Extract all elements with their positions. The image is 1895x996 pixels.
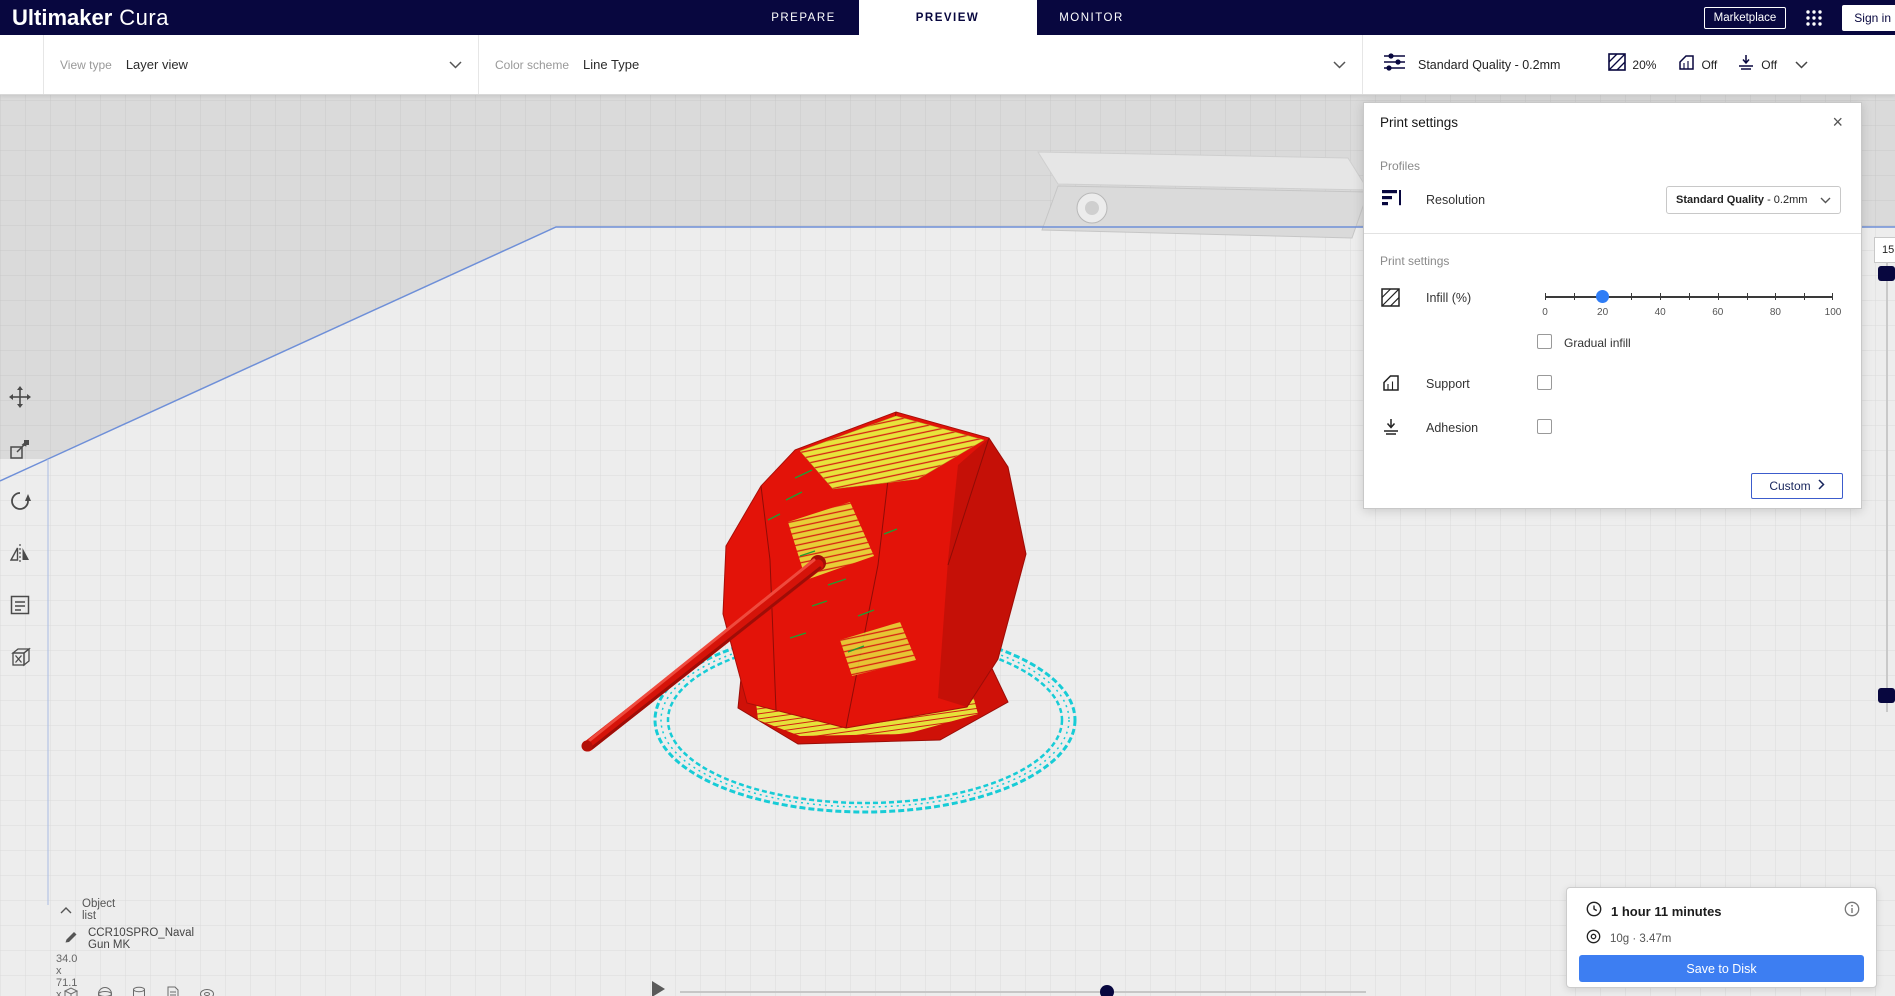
support-blocker-icon[interactable]: [6, 643, 34, 671]
view-type-dropdown[interactable]: View type Layer view: [43, 35, 479, 94]
color-scheme-label: Color scheme: [495, 57, 570, 72]
scale-tool-icon[interactable]: [6, 435, 34, 463]
filament-spool-icon: [1586, 929, 1601, 949]
shape-sphere-icon[interactable]: [96, 985, 114, 996]
app-logo: Ultimaker Cura: [12, 5, 169, 31]
resolution-dropdown[interactable]: Standard Quality - 0.2mm: [1666, 186, 1841, 214]
tick-label-40: 40: [1654, 307, 1666, 318]
infill-icon: [1608, 53, 1627, 76]
panel-divider: [1364, 233, 1861, 234]
chevron-down-icon: [1820, 191, 1831, 209]
tab-preview[interactable]: PREVIEW: [858, 0, 1037, 35]
tick-label-0: 0: [1542, 307, 1548, 318]
time-estimate: 1 hour 11 minutes: [1611, 904, 1722, 919]
tab-prepare[interactable]: PREPARE: [749, 0, 859, 35]
infill-label: Infill (%): [1426, 291, 1472, 305]
support-icon: [1382, 374, 1400, 397]
infill-summary-value: 20%: [1632, 57, 1657, 72]
resolution-label: Resolution: [1426, 193, 1486, 207]
per-model-settings-icon[interactable]: [6, 591, 34, 619]
print-settings-section-label: Print settings: [1380, 254, 1450, 268]
view-toolbar: View type Layer view Color scheme Line T…: [0, 35, 1895, 95]
clock-icon: [1586, 901, 1602, 922]
view-type-value: Layer view: [125, 57, 188, 72]
color-scheme-value: Line Type: [583, 57, 640, 72]
mirror-tool-icon[interactable]: [6, 539, 34, 567]
profile-summary-text: Standard Quality - 0.2mm: [1418, 57, 1561, 72]
marketplace-button[interactable]: Marketplace: [1703, 6, 1787, 29]
shape-torus-icon[interactable]: [198, 985, 216, 996]
pencil-icon: [64, 929, 78, 949]
layer-number-box[interactable]: 15: [1874, 237, 1895, 263]
resolution-value: Standard Quality - 0.2mm: [1676, 194, 1808, 206]
sign-in-button[interactable]: Sign in: [1842, 4, 1895, 31]
profiles-section-label: Profiles: [1380, 159, 1421, 173]
layer-slider-bottom-handle[interactable]: [1878, 688, 1895, 703]
print-settings-panel: Print settings × Profiles Resolution Sta…: [1363, 102, 1862, 509]
adhesion-icon: [1382, 418, 1400, 441]
infill-slider[interactable]: 0 20 40 60 80 100: [1542, 288, 1841, 320]
rotate-tool-icon[interactable]: [6, 487, 34, 515]
color-scheme-dropdown[interactable]: Color scheme Line Type: [479, 35, 1363, 94]
sliders-icon: [1383, 52, 1406, 77]
simulation-slider-track[interactable]: [680, 991, 1366, 993]
view-type-label: View type: [60, 57, 112, 72]
chevron-down-icon: [1333, 56, 1346, 74]
material-estimate-row: 10g · 3.47m: [1586, 929, 1671, 949]
material-estimate: 10g · 3.47m: [1610, 933, 1672, 945]
app-header: Ultimaker Cura PREPARE PREVIEW MONITOR M…: [0, 0, 1895, 35]
brand-cura: Cura: [119, 4, 169, 30]
shape-document-icon[interactable]: [164, 985, 182, 996]
simulation-slider-handle[interactable]: [1100, 985, 1114, 996]
object-list-item[interactable]: CCR10SPRO_Naval Gun MK: [64, 927, 194, 951]
gradual-infill-label: Gradual infill: [1564, 336, 1631, 350]
time-estimate-row: 1 hour 11 minutes: [1586, 901, 1722, 922]
support-label: Support: [1426, 377, 1470, 391]
object-list-title: Object list: [82, 898, 116, 922]
shape-cylinder-icon[interactable]: [130, 985, 148, 996]
layer-slider-track[interactable]: [1886, 262, 1888, 712]
layer-number-value: 15: [1882, 244, 1895, 256]
infill-slider-handle[interactable]: [1596, 290, 1610, 303]
save-to-disk-button[interactable]: Save to Disk: [1579, 955, 1864, 982]
print-settings-summary[interactable]: Standard Quality - 0.2mm 20% Off Off: [1363, 35, 1895, 94]
tick-label-80: 80: [1769, 307, 1781, 318]
chevron-down-icon: [1795, 56, 1808, 74]
infill-icon: [1381, 288, 1400, 312]
chevron-up-icon: [60, 901, 72, 919]
close-icon[interactable]: ×: [1828, 109, 1847, 135]
tool-sidebar: [6, 383, 42, 671]
tick-label-60: 60: [1712, 307, 1724, 318]
move-tool-icon[interactable]: [6, 383, 34, 411]
support-summary-value: Off: [1701, 57, 1718, 72]
support-checkbox[interactable]: [1537, 375, 1552, 390]
adhesion-label: Adhesion: [1426, 421, 1479, 435]
tab-monitor[interactable]: MONITOR: [1037, 0, 1147, 35]
applications-grid-icon[interactable]: [1800, 4, 1828, 32]
bottom-left-icons: [62, 985, 216, 996]
chevron-right-icon: [1818, 479, 1825, 493]
brand-ultimaker: Ultimaker: [12, 4, 113, 30]
header-right: Marketplace Sign in: [1703, 4, 1895, 32]
stage-tabs: PREPARE PREVIEW MONITOR: [749, 0, 1147, 35]
adhesion-summary-value: Off: [1761, 57, 1778, 72]
support-icon: [1678, 54, 1695, 76]
tick-label-100: 100: [1824, 307, 1842, 318]
info-icon[interactable]: [1844, 901, 1860, 922]
output-estimate-card: 1 hour 11 minutes 10g · 3.47m Save to Di…: [1566, 887, 1877, 988]
gradual-infill-checkbox[interactable]: [1537, 334, 1552, 349]
chevron-down-icon: [449, 56, 462, 74]
shape-cube-icon[interactable]: [62, 985, 80, 996]
adhesion-icon: [1737, 54, 1755, 76]
play-simulation-icon[interactable]: [652, 981, 665, 996]
print-settings-title: Print settings: [1380, 115, 1459, 130]
object-name: CCR10SPRO_Naval Gun MK: [88, 927, 195, 951]
layer-slider-top-handle[interactable]: [1878, 266, 1895, 281]
object-list-header[interactable]: Object list: [60, 898, 115, 922]
tick-label-20: 20: [1597, 307, 1609, 318]
printer-gantry: [1037, 151, 1369, 239]
resolution-icon: [1381, 188, 1402, 212]
adhesion-checkbox[interactable]: [1537, 419, 1552, 434]
custom-settings-button[interactable]: Custom: [1751, 473, 1843, 499]
